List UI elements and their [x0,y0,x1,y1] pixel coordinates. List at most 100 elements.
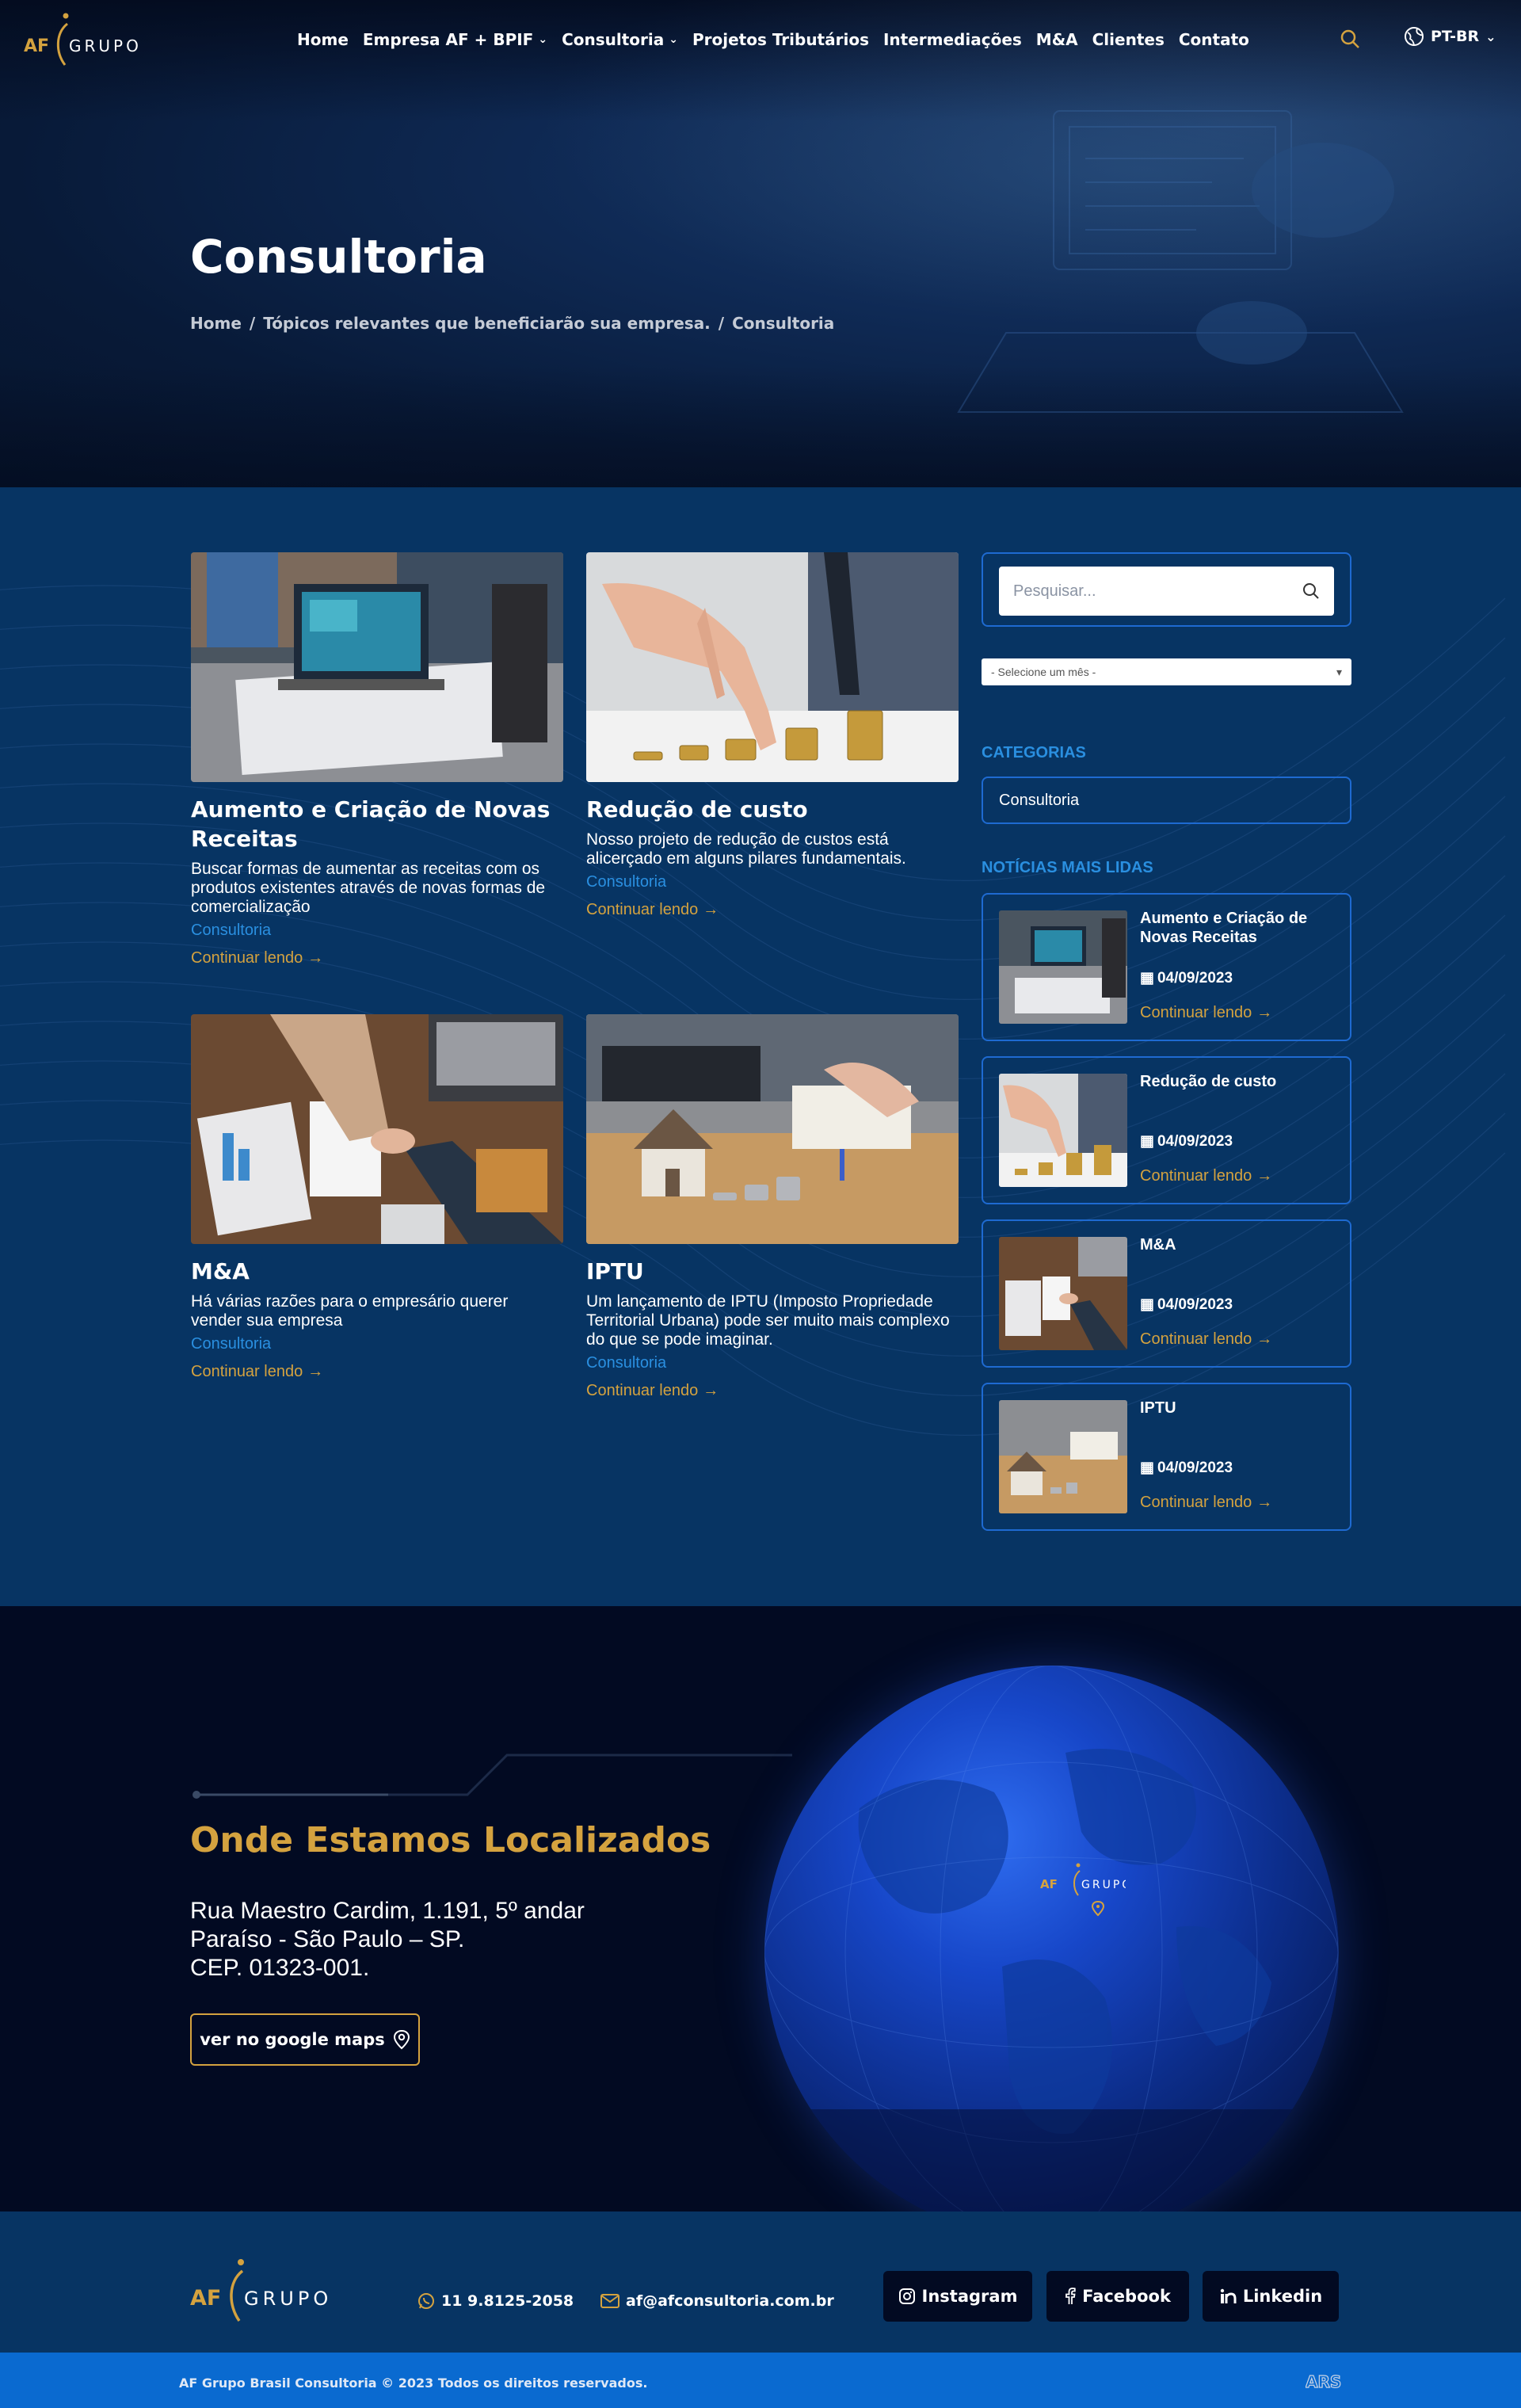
continue-reading-link[interactable]: Continuar lendo → [1140,1330,1272,1349]
nav-item-consultoria[interactable]: Consultoria ⌄ [562,30,678,49]
logo-grupo-text: GRUPO [69,36,142,55]
post-image-laptop-meeting[interactable] [191,552,563,782]
continue-reading-link[interactable]: Continuar lendo → [586,901,719,919]
language-selector[interactable]: PT-BR ⌄ [1404,26,1496,47]
post-category-link[interactable]: Consultoria [586,1354,959,1372]
arrow-right-icon: → [307,949,324,967]
archive-month-value: - Selecione um mês - [991,666,1096,678]
continue-reading-link[interactable]: Continuar lendo → [191,1363,323,1381]
google-maps-label: ver no google maps [200,2030,385,2049]
ars-credit-text: ARS [1306,2372,1341,2391]
globe-af-grupo-logo: AF GRUPO [1040,1863,1126,1917]
continue-reading-link[interactable]: Continuar lendo → [1140,1004,1272,1022]
nav-item-projetos[interactable]: Projetos Tributários [692,30,869,49]
post-category-link[interactable]: Consultoria [586,873,959,891]
nav-item-ma[interactable]: M&A [1036,30,1078,49]
popular-post-thumbnail[interactable] [999,1074,1127,1187]
continue-reading-link[interactable]: Continuar lendo → [191,949,323,967]
logo-af-text: AF [1040,1877,1058,1891]
instagram-icon [898,2288,915,2304]
calendar-icon: ▦ [1140,970,1154,986]
blog-sidebar: Pesquisar... - Selecione um mês - ▾ CATE… [982,552,1351,1546]
calendar-icon: ▦ [1140,1460,1154,1476]
google-maps-button[interactable]: ver no google maps [190,2013,420,2066]
continue-reading-label: Continuar lendo [1140,1494,1252,1511]
search-icon[interactable] [1302,582,1320,600]
popular-post-date: ▦ 04/09/2023 [1140,1296,1233,1314]
popular-post-thumbnail[interactable] [999,1400,1127,1513]
breadcrumb-separator: / [718,314,725,333]
archive-month-select[interactable]: - Selecione um mês - ▾ [982,658,1351,685]
continue-reading-label: Continuar lendo [586,901,699,918]
linkedin-label: Linkedin [1242,2287,1323,2306]
location-section: Onde Estamos Localizados Rua Maestro Car… [0,1606,1521,2211]
popular-post-date-value: 04/09/2023 [1157,1296,1233,1313]
arrow-right-icon: → [307,1363,324,1380]
popular-post-title[interactable]: Aumento e Criação de Novas Receitas [1140,909,1338,947]
nav-label: Contato [1178,30,1249,49]
af-grupo-logo[interactable]: AF GRUPO [24,11,154,68]
instagram-label: Instagram [921,2287,1018,2306]
post-title[interactable]: Aumento e Criação de Novas Receitas [191,795,563,853]
continue-reading-label: Continuar lendo [1140,1330,1252,1348]
nav-item-empresa[interactable]: Empresa AF + BPIF ⌄ [363,30,547,49]
continue-reading-link[interactable]: Continuar lendo → [1140,1494,1272,1512]
footer-email[interactable]: af@afconsultoria.com.br [600,2292,834,2310]
search-icon[interactable] [1339,28,1361,50]
search-input[interactable]: Pesquisar... [999,567,1334,616]
map-pin-icon [393,2029,410,2050]
nav-item-home[interactable]: Home [297,30,349,49]
whatsapp-icon [418,2293,434,2309]
post-title[interactable]: M&A [191,1257,563,1286]
popular-post-item[interactable]: M&A ▦ 04/09/2023 Continuar lendo → [982,1219,1351,1368]
breadcrumb-home[interactable]: Home [190,314,242,333]
post-category-link[interactable]: Consultoria [191,922,563,940]
popular-post-title[interactable]: M&A [1140,1235,1338,1254]
post-category-link[interactable]: Consultoria [191,1335,563,1353]
popular-post-item[interactable]: Redução de custo ▦ 04/09/2023 Continuar l… [982,1056,1351,1204]
decorative-line [193,1754,792,1799]
nav-item-intermediacoes[interactable]: Intermediações [883,30,1022,49]
linkedin-button[interactable]: Linkedin [1203,2271,1339,2322]
popular-post-item[interactable]: IPTU ▦ 04/09/2023 Continuar lendo → [982,1383,1351,1531]
breadcrumb-topics[interactable]: Tópicos relevantes que beneficiarão sua … [263,314,711,333]
calendar-icon: ▦ [1140,1296,1154,1313]
logo-af-text: AF [24,36,49,56]
post-title[interactable]: IPTU [586,1257,959,1286]
post-card: IPTU Um lançamento de IPTU (Imposto Prop… [586,1014,959,1400]
post-image-coins-stack[interactable] [586,552,959,782]
nav-item-clientes[interactable]: Clientes [1092,30,1165,49]
popular-post-thumbnail[interactable] [999,1237,1127,1350]
footer-email-label: af@afconsultoria.com.br [626,2292,834,2310]
instagram-button[interactable]: Instagram [883,2271,1032,2322]
post-card: Aumento e Criação de Novas Receitas Busc… [191,552,563,967]
post-excerpt: Buscar formas de aumentar as receitas co… [191,860,546,916]
arrow-right-icon: → [1256,1330,1273,1348]
nav-label: Projetos Tributários [692,30,869,49]
footer-af-grupo-logo[interactable]: AF GRUPO [190,2257,349,2324]
popular-post-item[interactable]: Aumento e Criação de Novas Receitas ▦ 04/… [982,893,1351,1041]
popular-post-title[interactable]: Redução de custo [1140,1072,1338,1091]
popular-post-date-value: 04/09/2023 [1157,1459,1233,1476]
popular-post-date: ▦ 04/09/2023 [1140,1132,1233,1151]
nav-label: Consultoria [562,30,665,49]
nav-item-contato[interactable]: Contato [1179,30,1249,49]
post-image-handshake[interactable] [191,1014,563,1244]
popular-post-thumbnail[interactable] [999,910,1127,1024]
page-title: Consultoria [190,230,487,284]
facebook-button[interactable]: Facebook [1046,2271,1189,2322]
nav-label: Intermediações [882,30,1022,49]
post-card: M&A Há várias razões para o empresário q… [191,1014,563,1381]
facebook-label: Facebook [1082,2287,1171,2306]
continue-reading-link[interactable]: Continuar lendo → [586,1382,719,1400]
continue-reading-link[interactable]: Continuar lendo → [1140,1167,1272,1185]
continue-reading-label: Continuar lendo [191,1363,303,1380]
footer-phone[interactable]: 11 9.8125-2058 [417,2292,574,2310]
post-image-house-model[interactable] [586,1014,959,1244]
category-item-consultoria[interactable]: Consultoria [982,777,1351,824]
footer-phone-label: 11 9.8125-2058 [441,2292,574,2310]
ars-credit-logo[interactable]: ARS [1306,2372,1351,2392]
post-title[interactable]: Redução de custo [586,795,959,824]
popular-post-title[interactable]: IPTU [1140,1399,1338,1418]
nav-label: M&A [1035,30,1078,49]
